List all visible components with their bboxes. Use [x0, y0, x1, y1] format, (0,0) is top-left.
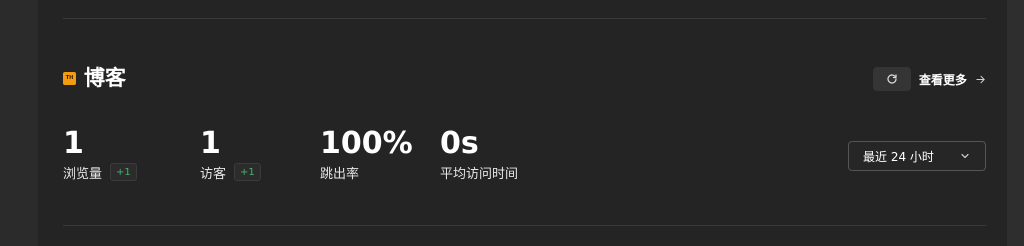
- metric-label: 访客: [200, 166, 227, 182]
- metric-delta-badge: +1: [110, 163, 137, 181]
- website-stats-panel: TH 博客 查看更多 1 浏览量 +1 1 访客 +1 100% 跳出率 0s …: [38, 0, 1007, 246]
- bottom-divider: [63, 225, 986, 226]
- right-scrollbar-track[interactable]: [1007, 0, 1024, 246]
- refresh-icon: [887, 74, 897, 84]
- metric-value: 0s: [440, 126, 479, 161]
- view-more-label: 查看更多: [919, 72, 968, 87]
- refresh-button[interactable]: [873, 67, 911, 91]
- chevron-down-icon: [961, 153, 969, 159]
- metric-avg-visit-time: 0s 平均访问时间: [440, 126, 518, 182]
- metric-label: 平均访问时间: [440, 166, 519, 182]
- site-favicon-icon: TH: [63, 72, 76, 85]
- metric-label: 浏览量: [63, 166, 103, 182]
- top-divider: [63, 18, 986, 19]
- metric-value: 100%: [320, 126, 413, 161]
- date-range-value: 最近 24 小时: [863, 149, 934, 164]
- arrow-right-icon: [975, 74, 986, 85]
- metric-pageviews: 1 浏览量 +1: [63, 126, 137, 182]
- left-rail: [0, 0, 38, 246]
- metric-visitors: 1 访客 +1: [200, 126, 261, 182]
- view-more-link[interactable]: 查看更多: [919, 69, 986, 89]
- metric-delta-badge: +1: [234, 163, 261, 181]
- metric-value: 1: [63, 126, 84, 161]
- site-title: 博客: [84, 66, 126, 90]
- metric-label: 跳出率: [320, 166, 360, 182]
- metric-bounce-rate: 100% 跳出率: [320, 126, 413, 182]
- metric-value: 1: [200, 126, 221, 161]
- date-range-select[interactable]: 最近 24 小时: [848, 141, 986, 171]
